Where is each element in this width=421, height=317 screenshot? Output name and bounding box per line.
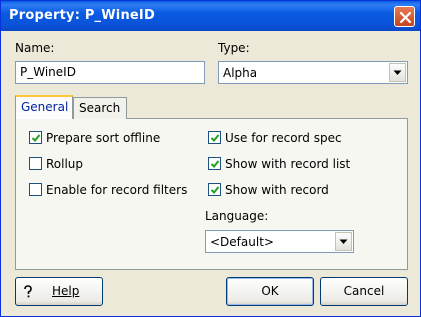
language-value: <Default> xyxy=(210,235,274,249)
chevron-down-icon xyxy=(339,239,348,244)
close-icon xyxy=(399,11,412,24)
cancel-button[interactable]: Cancel xyxy=(320,277,408,306)
window-title: Property: P_WineID xyxy=(9,8,155,23)
prepare-sort-offline-checkbox[interactable] xyxy=(29,131,42,144)
tab-search-label: Search xyxy=(79,101,121,115)
use-for-record-spec-checkbox[interactable] xyxy=(208,131,221,144)
show-with-record-label[interactable]: Show with record xyxy=(225,183,329,197)
tab-general-label: General xyxy=(21,100,69,114)
close-button[interactable] xyxy=(394,6,415,27)
name-label: Name: xyxy=(15,41,55,55)
use-for-record-spec-label[interactable]: Use for record spec xyxy=(225,131,342,145)
show-with-record-checkbox[interactable] xyxy=(208,183,221,196)
checkmark-icon xyxy=(210,160,220,168)
tab-search[interactable]: Search xyxy=(73,97,127,119)
type-dropdown-button[interactable] xyxy=(389,63,406,82)
checkmark-icon xyxy=(210,134,220,142)
prepare-sort-offline-label[interactable]: Prepare sort offline xyxy=(46,131,160,145)
help-label: Help xyxy=(52,284,80,298)
language-dropdown-button[interactable] xyxy=(335,232,352,251)
rollup-checkbox[interactable] xyxy=(29,157,42,170)
language-label: Language: xyxy=(205,209,269,223)
ok-label: OK xyxy=(261,284,279,298)
checkmark-icon xyxy=(31,134,41,142)
property-dialog: Property: P_WineID Name: P_WineID Type: … xyxy=(0,0,421,317)
type-select[interactable]: Alpha xyxy=(218,61,408,84)
tab-general[interactable]: General xyxy=(15,95,73,119)
show-with-record-list-label[interactable]: Show with record list xyxy=(225,157,350,171)
enable-record-filters-checkbox[interactable] xyxy=(29,183,42,196)
ok-button[interactable]: OK xyxy=(226,277,314,306)
enable-record-filters-label[interactable]: Enable for record filters xyxy=(46,183,187,197)
help-button[interactable]: Help xyxy=(15,277,103,306)
type-value: Alpha xyxy=(223,66,258,80)
title-bar[interactable]: Property: P_WineID xyxy=(1,1,420,31)
name-value: P_WineID xyxy=(20,65,76,79)
chevron-down-icon xyxy=(393,70,402,75)
cancel-label: Cancel xyxy=(343,284,385,298)
type-label: Type: xyxy=(218,41,250,55)
show-with-record-list-checkbox[interactable] xyxy=(208,157,221,170)
checkmark-icon xyxy=(210,186,220,194)
help-icon xyxy=(24,285,32,298)
language-select[interactable]: <Default> xyxy=(205,230,354,253)
rollup-label[interactable]: Rollup xyxy=(46,157,83,171)
name-field[interactable]: P_WineID xyxy=(15,61,205,84)
